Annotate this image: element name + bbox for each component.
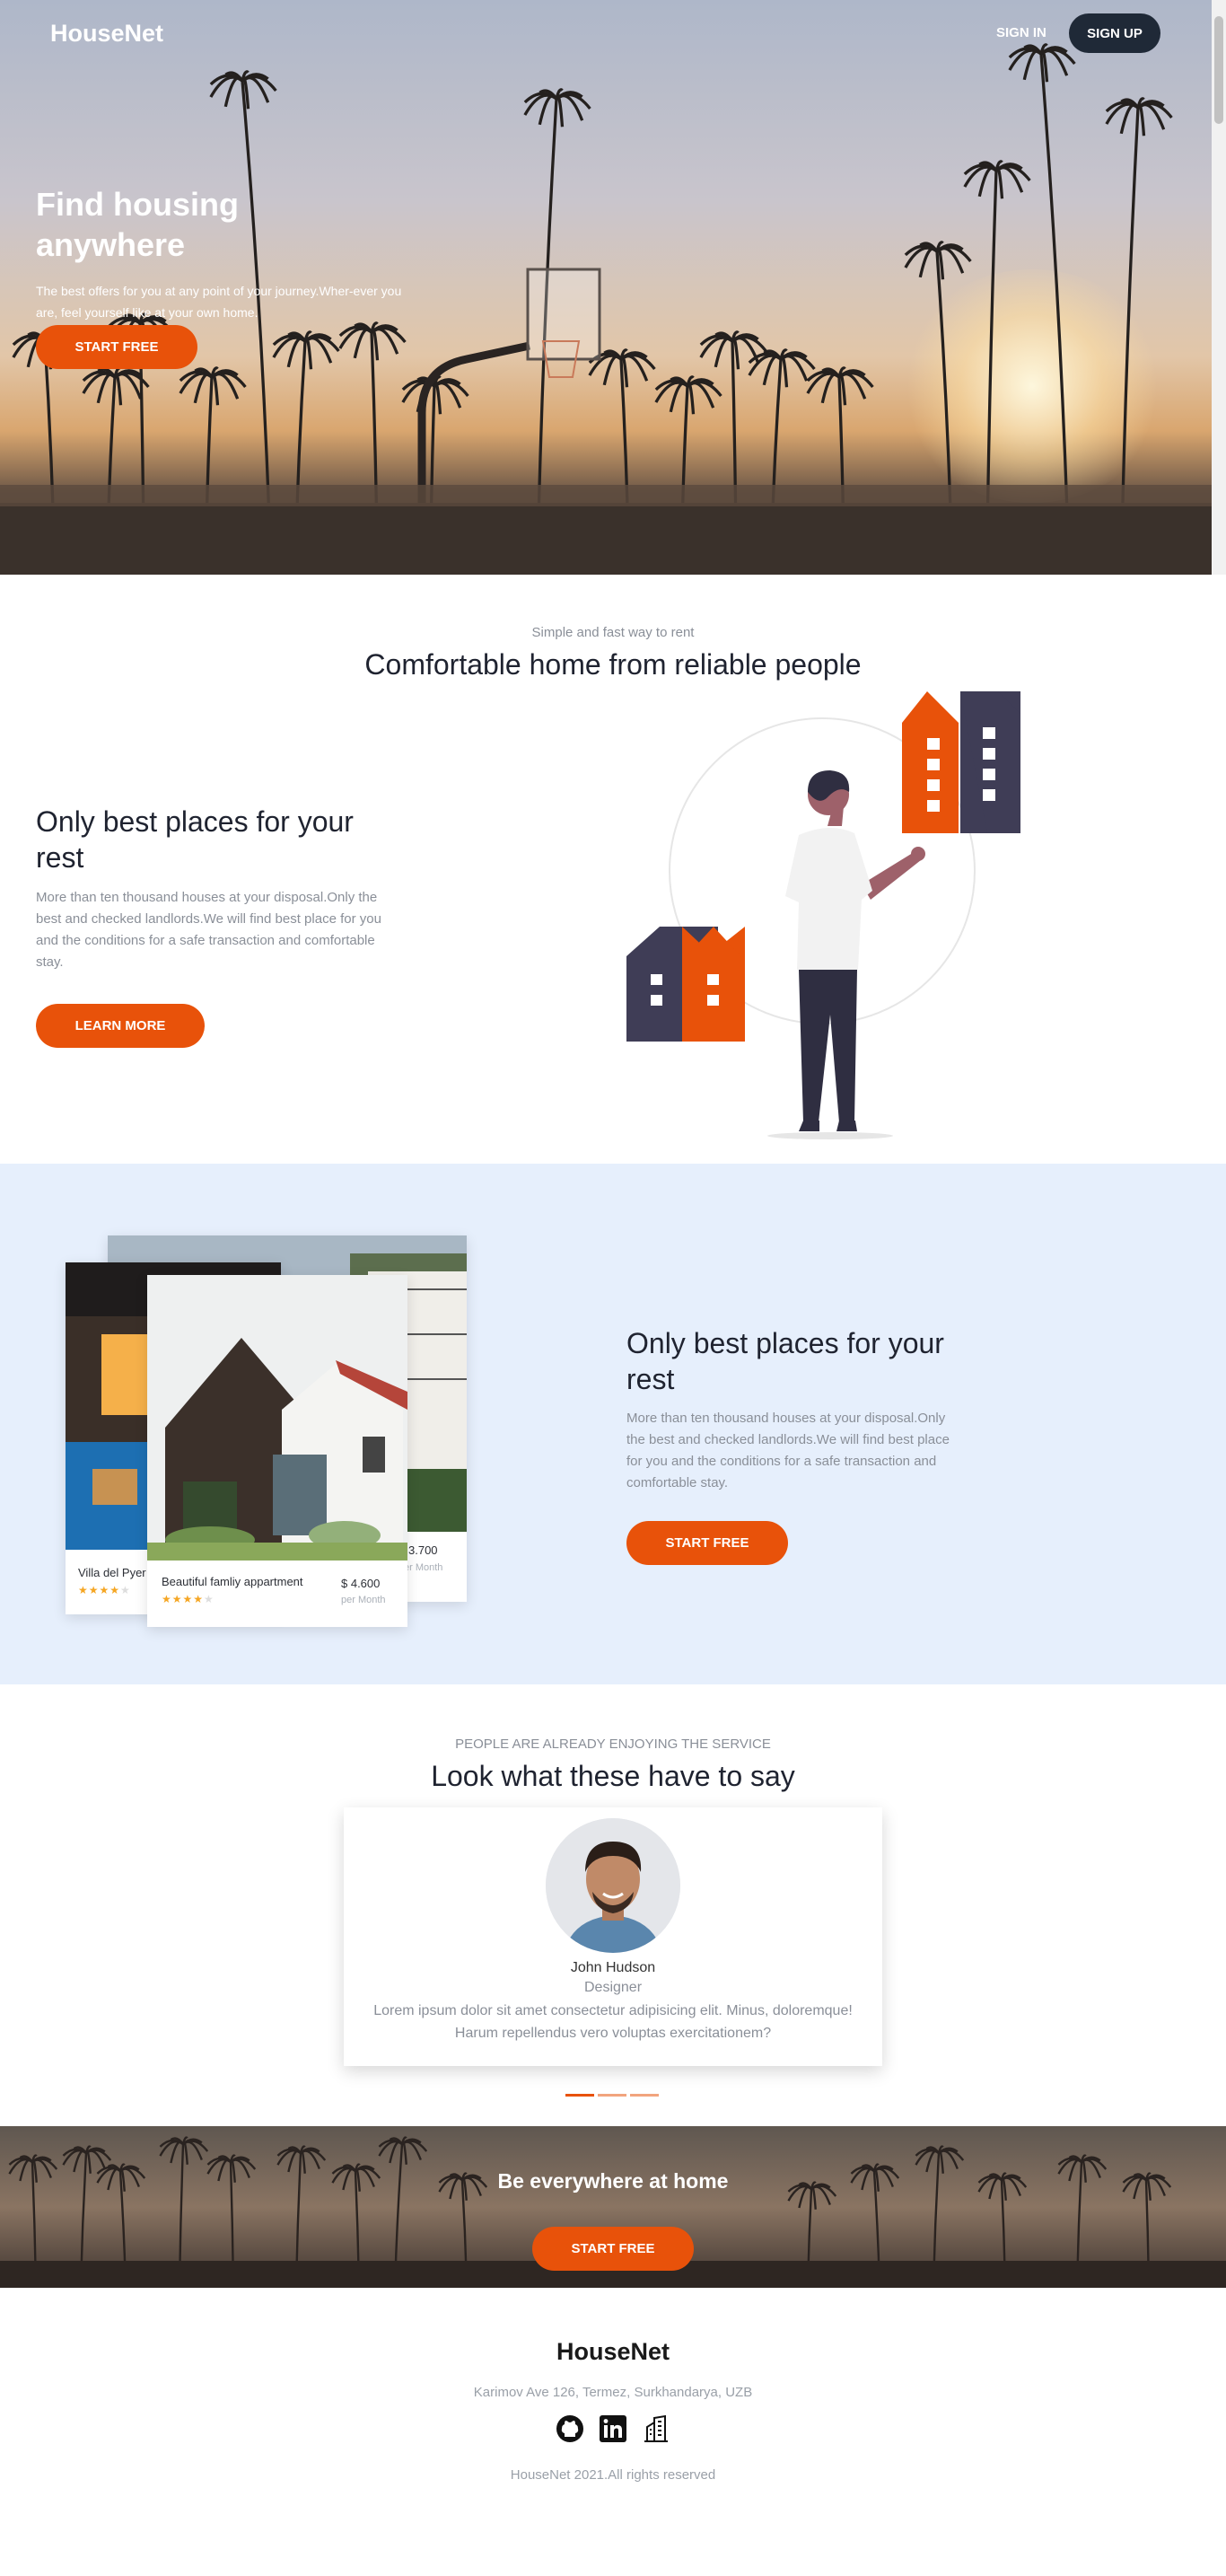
small-houses-illustration <box>626 927 745 1042</box>
listings-section: 3.700 er Month Villa del Pyer ★★★★★ Beau… <box>0 1164 1226 1684</box>
testimonials-title: Look what these have to say <box>431 1760 795 1792</box>
listing-price: $ 4.600 <box>341 1577 381 1590</box>
hero-section: HouseNet SIGN IN SIGN UP Find housing an… <box>0 0 1226 575</box>
scrollbar-thumb[interactable] <box>1214 16 1223 124</box>
testimonials-section: PEOPLE ARE ALREADY ENJOYING THE SERVICE … <box>0 1684 1226 2126</box>
learn-more-button[interactable]: LEARN MORE <box>36 1004 205 1048</box>
top-navigation: HouseNet SIGN IN SIGN UP <box>0 0 1212 66</box>
building-icon[interactable] <box>641 2413 671 2444</box>
site-logo[interactable]: HouseNet <box>50 20 163 48</box>
page-scrollbar[interactable] <box>1212 0 1226 575</box>
carousel-dot[interactable] <box>598 2094 626 2097</box>
linkedin-icon[interactable] <box>598 2413 628 2444</box>
hero-description: The best offers for you at any point of … <box>36 284 402 320</box>
listing-price: 3.700 <box>408 1543 438 1557</box>
testimonial-card: John Hudson Designer Lorem ipsum dolor s… <box>344 1807 882 2066</box>
avatar <box>546 1818 680 1953</box>
listing-rating: ★★★★★ <box>78 1584 131 1596</box>
listing-price-period: er Month <box>404 1562 443 1573</box>
cta-title: Be everywhere at home <box>497 2169 729 2193</box>
listing-price-period: per Month <box>341 1595 386 1605</box>
footer-address: Karimov Ave 126, Termez, Surkhandarya, U… <box>473 2385 753 2400</box>
listings-heading: Only best places for your rest <box>626 1327 944 1395</box>
testimonial-author-role: Designer <box>583 1980 643 1995</box>
intro-heading: Only best places for your rest <box>36 805 354 874</box>
footer-copyright: HouseNet 2021.All rights reserved <box>510 2467 716 2483</box>
github-icon[interactable] <box>555 2413 585 2444</box>
carousel-dot[interactable] <box>565 2094 594 2097</box>
person-with-houses-illustration <box>626 691 1020 1139</box>
hero-title: Find housing anywhere <box>36 186 239 263</box>
testimonials-subtitle: PEOPLE ARE ALREADY ENJOYING THE SERVICE <box>455 1736 771 1752</box>
listing-name: Beautiful famliy appartment <box>162 1575 303 1588</box>
listings-description: More than ten thousand houses at your di… <box>626 1411 950 1490</box>
intro-section: Simple and fast way to rent Comfortable … <box>0 575 1226 1164</box>
hero-start-free-button[interactable]: START FREE <box>36 325 197 369</box>
footer: HouseNet Karimov Ave 126, Termez, Surkha… <box>0 2288 1226 2576</box>
sign-up-button[interactable]: SIGN UP <box>1069 13 1160 53</box>
person-illustration <box>767 770 925 1139</box>
intro-subtitle: Simple and fast way to rent <box>531 625 695 640</box>
listing-rating: ★★★★★ <box>162 1593 215 1605</box>
sign-in-link[interactable]: SIGN IN <box>996 25 1046 40</box>
intro-title: Comfortable home from reliable people <box>364 648 862 681</box>
cta-section: Be everywhere at home START FREE <box>0 2126 1226 2288</box>
listing-photo <box>147 1275 407 1561</box>
footer-logo: HouseNet <box>556 2338 670 2365</box>
listings-start-free-button[interactable]: START FREE <box>626 1521 788 1565</box>
testimonial-author-name: John Hudson <box>570 1960 656 1975</box>
intro-description: More than ten thousand houses at your di… <box>36 890 381 970</box>
cta-start-free-button[interactable]: START FREE <box>532 2227 694 2271</box>
social-links <box>555 2413 671 2444</box>
carousel-indicators <box>565 2094 659 2097</box>
tall-houses-illustration <box>902 691 1020 833</box>
listing-name: Villa del Pyer <box>78 1566 146 1579</box>
listing-card[interactable]: Beautiful famliy appartment ★★★★★ $ 4.60… <box>147 1275 407 1627</box>
carousel-dot[interactable] <box>630 2094 659 2097</box>
testimonial-quote: Lorem ipsum dolor sit amet consectetur a… <box>373 2003 853 2041</box>
